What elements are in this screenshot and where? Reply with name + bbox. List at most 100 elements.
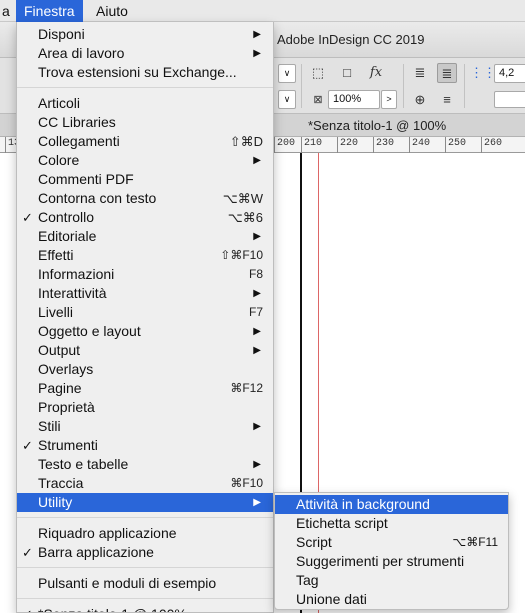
submenu-arrow-icon: ▶ (253, 29, 261, 40)
menu-shortcut: ⌥⌘6 (227, 210, 263, 225)
submenu-item-label: Suggerimenti per strumenti (296, 553, 465, 569)
ruler-tick-label: 220 (337, 137, 358, 153)
square-icon[interactable]: □ (337, 63, 357, 83)
submenu-item-label: Tag (296, 572, 319, 588)
submenu-item-attivita-background[interactable]: Attività in background (275, 495, 508, 514)
menu-item-stili[interactable]: Stili ▶ (17, 417, 273, 436)
align-bottom-icon[interactable]: ≡ (437, 90, 457, 110)
menu-item-label: Collegamenti (38, 133, 120, 149)
menu-item-utility[interactable]: Utility ▶ (17, 493, 273, 512)
chevron-right-icon[interactable]: > (381, 90, 397, 109)
stroke-weight-input[interactable]: 4,2 (494, 64, 525, 83)
ruler-tick-label: 210 (301, 137, 322, 153)
menu-item-riquadro-applicazione[interactable]: Riquadro applicazione (17, 524, 273, 543)
menu-item-label: Proprietà (38, 399, 95, 415)
submenu-item-script[interactable]: Script ⌥⌘F11 (275, 533, 508, 552)
menubar-item-finestra[interactable]: Finestra (16, 0, 83, 22)
menu-item-label: Output (38, 342, 81, 358)
menu-item-collegamenti[interactable]: Collegamenti ⇧⌘D (17, 132, 273, 151)
submenu-arrow-icon: ▶ (253, 231, 261, 242)
menu-item-cc-libraries[interactable]: CC Libraries (17, 113, 273, 132)
effects-icon[interactable]: fx (366, 63, 386, 83)
scale-input[interactable]: 100% (328, 90, 380, 109)
submenu-arrow-icon: ▶ (253, 421, 261, 432)
menu-item-document-window[interactable]: ✓*Senza titolo-1 @ 100% (17, 605, 273, 612)
menu-item-output[interactable]: Output ▶ (17, 341, 273, 360)
frame-fitting-icon[interactable]: ⬚ (308, 63, 328, 83)
menu-item-traccia[interactable]: Traccia ⌘F10 (17, 474, 273, 493)
dropdown-chevron-icon[interactable]: ∨ (278, 64, 296, 83)
menu-item-label: Oggetto e layout (38, 323, 141, 339)
menu-item-strumenti[interactable]: ✓ Strumenti (17, 436, 273, 455)
menu-item-label: Barra applicazione (38, 544, 154, 560)
utility-submenu: Attività in background Etichetta script … (274, 492, 509, 610)
menu-item-label: Area di lavoro (38, 45, 125, 61)
align-center-icon[interactable]: ≣ (437, 63, 457, 83)
menu-item-disponi[interactable]: Disponi ▶ (17, 25, 273, 44)
menu-item-label: Testo e tabelle (38, 456, 129, 472)
menu-item-informazioni[interactable]: Informazioni F8 (17, 265, 273, 284)
menu-item-pagine[interactable]: Pagine ⌘F12 (17, 379, 273, 398)
submenu-item-etichetta-script[interactable]: Etichetta script (275, 514, 508, 533)
align-middle-icon[interactable]: ⊕ (410, 90, 430, 110)
submenu-item-tag[interactable]: Tag (275, 571, 508, 590)
menu-item-label: Pagine (38, 380, 82, 396)
align-top-icon[interactable]: ≣ (410, 63, 430, 83)
menu-item-proprieta[interactable]: Proprietà (17, 398, 273, 417)
menu-item-label: Controllo (38, 209, 95, 225)
document-tab[interactable]: *Senza titolo-1 @ 100% (308, 118, 446, 133)
menu-shortcut: ⌘F10 (230, 476, 263, 490)
checkmark-icon: ✓ (22, 545, 33, 560)
submenu-arrow-icon: ▶ (253, 497, 261, 508)
separator (403, 64, 404, 108)
menu-item-colore[interactable]: Colore ▶ (17, 151, 273, 170)
separator (464, 64, 465, 108)
submenu-item-label: Unione dati (296, 591, 367, 607)
menu-item-controllo[interactable]: ✓ Controllo ⌥⌘6 (17, 208, 273, 227)
menu-item-label: Informazioni (38, 266, 115, 282)
checkmark-icon: ✓ (22, 210, 33, 225)
menu-item-label: CC Libraries (38, 114, 116, 130)
menu-item-label: *Senza titolo-1 @ 100% (38, 605, 187, 612)
menu-separator (17, 598, 273, 599)
menu-shortcut: ⌥⌘W (222, 191, 263, 206)
submenu-item-unione-dati[interactable]: Unione dati (275, 590, 508, 609)
reference-point-icon[interactable]: ⋮⋮ (470, 63, 496, 83)
menu-item-oggetto-e-layout[interactable]: Oggetto e layout ▶ (17, 322, 273, 341)
menu-item-overlays[interactable]: Overlays (17, 360, 273, 379)
menu-item-editoriale[interactable]: Editoriale ▶ (17, 227, 273, 246)
submenu-arrow-icon: ▶ (253, 48, 261, 59)
menu-item-label: Colore (38, 152, 80, 168)
menu-item-area-di-lavoro[interactable]: Area di lavoro ▶ (17, 44, 273, 63)
ruler-tick-label: 250 (445, 137, 466, 153)
submenu-item-label: Etichetta script (296, 515, 388, 531)
opacity-icon: ⊠ (313, 94, 323, 106)
submenu-arrow-icon: ▶ (253, 326, 261, 337)
menu-item-label: Disponi (38, 26, 85, 42)
menu-item-pulsanti-e-moduli[interactable]: Pulsanti e moduli di esempio (17, 574, 273, 593)
menu-item-testo-e-tabelle[interactable]: Testo e tabelle ▶ (17, 455, 273, 474)
menu-item-articoli[interactable]: Articoli (17, 94, 273, 113)
menu-item-label: Commenti PDF (38, 171, 134, 187)
menu-item-interattivita[interactable]: Interattività ▶ (17, 284, 273, 303)
submenu-item-suggerimenti[interactable]: Suggerimenti per strumenti (275, 552, 508, 571)
menu-item-contorna-con-testo[interactable]: Contorna con testo ⌥⌘W (17, 189, 273, 208)
separator (301, 64, 302, 108)
menu-shortcut: ⇧⌘D (229, 134, 263, 149)
dropdown-chevron-icon[interactable]: ∨ (278, 90, 296, 109)
ruler-tick-label: 230 (373, 137, 394, 153)
finestra-menu: Disponi ▶ Area di lavoro ▶ Trova estension… (16, 22, 274, 613)
menu-shortcut: ⌘F12 (230, 381, 263, 395)
menu-separator (17, 87, 273, 88)
submenu-item-label: Script (296, 534, 332, 550)
stroke-style-dropdown[interactable] (494, 91, 525, 108)
submenu-arrow-icon: ▶ (253, 345, 261, 356)
menu-item-effetti[interactable]: Effetti ⇧⌘F10 (17, 246, 273, 265)
menu-item-commenti-pdf[interactable]: Commenti PDF (17, 170, 273, 189)
menubar-item-aiuto[interactable]: Aiuto (88, 0, 136, 22)
menu-item-barra-applicazione[interactable]: ✓ Barra applicazione (17, 543, 273, 562)
menu-shortcut: ⌥⌘F11 (452, 535, 498, 549)
menu-item-livelli[interactable]: Livelli F7 (17, 303, 273, 322)
menu-item-trova-estensioni[interactable]: Trova estensioni su Exchange... (17, 63, 273, 82)
menu-item-label: Riquadro applicazione (38, 525, 177, 541)
